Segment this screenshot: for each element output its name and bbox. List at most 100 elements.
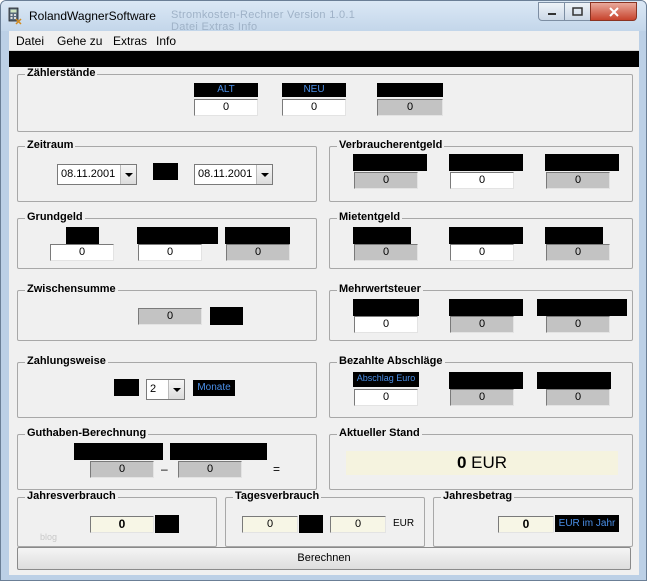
group-title-grundgeld: Grundgeld <box>25 211 85 223</box>
label-guthaben-1 <box>74 443 163 460</box>
mwst-input[interactable]: 0 <box>354 316 418 333</box>
abschlag-output-1: 0 <box>450 389 514 406</box>
miete-input[interactable]: 0 <box>450 244 514 261</box>
tagesverbrauch-output-2: 0 <box>330 516 386 533</box>
label-abschlag-euro: Abschlag Euro <box>353 372 419 387</box>
group-title-zaehlerstaende: Zählerstände <box>25 67 98 79</box>
window-title: RolandWagnerSoftware <box>29 9 156 23</box>
mwst-output-2: 0 <box>546 316 610 333</box>
label-eur-im-jahr: EUR im Jahr <box>555 515 619 532</box>
label-neu: NEU <box>282 83 346 97</box>
label-abschlag-2 <box>449 372 523 389</box>
label-miete-3 <box>545 227 603 244</box>
group-verbraucherentgeld: Verbraucherentgeld 0 0 0 <box>329 139 633 202</box>
group-zwischensumme: Zwischensumme 0 <box>17 283 317 341</box>
maximize-button[interactable] <box>564 2 591 21</box>
toolbar-strip <box>9 51 639 67</box>
zwischensumme-output: 0 <box>138 308 202 325</box>
maximize-icon <box>572 7 583 16</box>
background-window-title: Stromkosten-Rechner Version 1.0.1 <box>171 9 356 21</box>
close-button[interactable] <box>590 2 637 21</box>
label-verbrauch-2 <box>449 154 523 171</box>
menu-datei[interactable]: Datei <box>16 34 44 48</box>
title-bar[interactable]: RolandWagnerSoftware Stromkosten-Rechner… <box>1 1 646 33</box>
group-zaehlerstaende: Zählerstände ALT NEU 0 0 0 <box>17 67 633 132</box>
group-jahresbetrag: Jahresbetrag 0 EUR im Jahr <box>433 490 633 547</box>
verbrauch-output-2: 0 <box>546 172 610 189</box>
group-title-jahresbetrag: Jahresbetrag <box>441 490 515 502</box>
mwst-output-1: 0 <box>450 316 514 333</box>
app-window: RolandWagnerSoftware Stromkosten-Rechner… <box>0 0 647 581</box>
equals-sign: = <box>273 462 281 476</box>
label-jahresverbrauch-unit <box>155 515 179 533</box>
group-title-zahlungsweise: Zahlungsweise <box>25 355 108 367</box>
menu-info[interactable]: Info <box>156 34 176 48</box>
menu-extras[interactable]: Extras <box>113 34 147 48</box>
group-grundgeld: Grundgeld 0 0 0 <box>17 211 317 269</box>
label-mwst-1 <box>353 299 419 316</box>
close-icon <box>608 6 619 17</box>
label-mwst-2 <box>449 299 523 316</box>
label-difference <box>377 83 443 97</box>
label-miete-2 <box>449 227 523 244</box>
months-value: 2 <box>150 383 157 395</box>
calculate-button[interactable]: Berechnen <box>17 547 631 570</box>
group-title-zeitraum: Zeitraum <box>25 139 76 151</box>
minimize-button[interactable] <box>538 2 565 21</box>
verbrauch-output-1: 0 <box>354 172 418 189</box>
group-zahlungsweise: Zahlungsweise 2 Monate <box>17 355 317 418</box>
label-verbrauch-3 <box>545 154 619 171</box>
tagesverbrauch-output-1: 0 <box>242 516 298 533</box>
grundgeld-input-2[interactable]: 0 <box>138 244 202 261</box>
label-guthaben-2 <box>170 443 267 460</box>
date-from-picker[interactable]: 08.11.2001 <box>57 164 137 185</box>
months-select[interactable]: 2 <box>146 379 185 400</box>
tagesverbrauch-currency: EUR <box>393 518 415 529</box>
alt-input[interactable]: 0 <box>194 99 258 116</box>
jahresbetrag-output: 0 <box>498 516 554 533</box>
date-to-value: 08.11.2001 <box>198 168 253 180</box>
group-mietentgeld: Mietentgeld 0 0 0 <box>329 211 633 269</box>
label-bis <box>153 163 178 180</box>
label-abschlag-3 <box>537 372 611 389</box>
chevron-down-icon[interactable] <box>120 165 136 184</box>
aktueller-stand-display: 0 EUR <box>346 451 618 475</box>
group-title-tagesverbrauch: Tagesverbrauch <box>233 490 322 502</box>
date-from-value: 08.11.2001 <box>61 168 116 180</box>
minimize-icon <box>547 12 556 15</box>
chevron-down-icon[interactable] <box>256 165 272 184</box>
menu-gehe-zu[interactable]: Gehe zu <box>57 34 102 48</box>
group-title-aktueller-stand: Aktueller Stand <box>337 427 422 439</box>
chevron-down-icon[interactable] <box>168 380 184 399</box>
calculator-icon <box>8 7 22 25</box>
group-aktueller-stand: Aktueller Stand 0 EUR <box>329 427 633 490</box>
group-jahresverbrauch: Jahresverbrauch 0 blog <box>17 490 217 547</box>
group-title-guthaben: Guthaben-Berechnung <box>25 427 149 439</box>
neu-input[interactable]: 0 <box>282 99 346 116</box>
label-zwischensumme-unit <box>210 307 243 325</box>
minus-sign: – <box>161 462 168 476</box>
verbrauch-input[interactable]: 0 <box>450 172 514 189</box>
label-alt: ALT <box>194 83 258 97</box>
jahresverbrauch-output: 0 <box>90 516 154 533</box>
label-verbrauch-1 <box>353 154 427 171</box>
difference-output: 0 <box>377 99 443 116</box>
label-grund-2 <box>137 227 218 244</box>
watermark-text: blog <box>40 532 58 542</box>
main-panel: Zählerstände ALT NEU 0 0 0 Zeitraum 08.1… <box>9 67 639 575</box>
group-bezahlte-abschlaege: Bezahlte Abschläge Abschlag Euro 0 0 0 <box>329 355 633 418</box>
guthaben-output-1: 0 <box>90 461 154 478</box>
date-to-picker[interactable]: 08.11.2001 <box>194 164 273 185</box>
group-title-mehrwertsteuer: Mehrwertsteuer <box>337 283 423 295</box>
guthaben-output-2: 0 <box>178 461 242 478</box>
group-title-zwischensumme: Zwischensumme <box>25 283 118 295</box>
miete-output-2: 0 <box>546 244 610 261</box>
menu-bar: Datei Gehe zu Extras Info <box>9 31 639 51</box>
abschlag-input[interactable]: 0 <box>354 389 418 406</box>
grundgeld-input-1[interactable]: 0 <box>50 244 114 261</box>
aktueller-stand-currency: EUR <box>471 453 508 472</box>
group-mehrwertsteuer: Mehrwertsteuer 0 0 0 <box>329 283 633 341</box>
group-guthaben: Guthaben-Berechnung 0 – 0 = <box>17 427 317 490</box>
label-grund-1 <box>66 227 99 244</box>
group-title-bezahlte-abschlaege: Bezahlte Abschläge <box>337 355 445 367</box>
